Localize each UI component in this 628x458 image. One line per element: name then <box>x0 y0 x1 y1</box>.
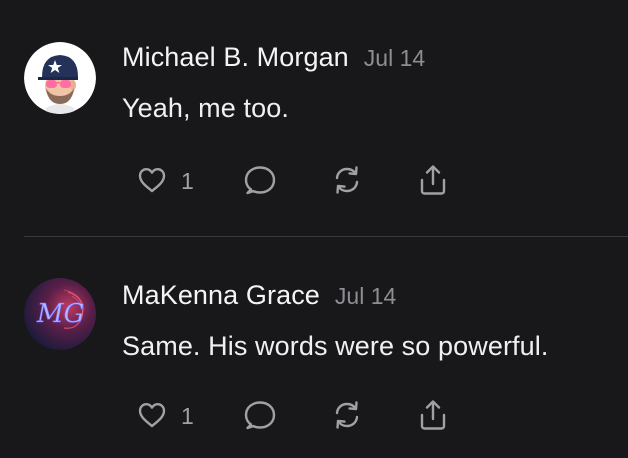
share-button[interactable] <box>416 395 450 435</box>
repost-arrows-icon <box>330 398 364 432</box>
repost-arrows-icon <box>330 163 364 197</box>
avatar[interactable]: MG <box>24 278 96 350</box>
mg-monogram-avatar: MG <box>24 278 96 350</box>
speech-bubble-icon <box>242 397 278 433</box>
comment-date: Jul 14 <box>363 45 426 71</box>
repost-button[interactable] <box>330 395 364 435</box>
author-name[interactable]: Michael B. Morgan <box>122 42 349 73</box>
comment-header: MaKenna Grace Jul 14 <box>122 280 396 311</box>
comment-item: MG MaKenna Grace Jul 14 Same. His words … <box>0 237 628 458</box>
like-button[interactable]: 1 <box>136 395 194 435</box>
like-count: 1 <box>181 167 194 194</box>
share-upload-icon <box>416 162 450 198</box>
svg-text:MG: MG <box>36 299 84 329</box>
share-button[interactable] <box>416 160 450 200</box>
heart-icon <box>136 399 168 431</box>
comment-text: Yeah, me too. <box>122 93 289 123</box>
speech-bubble-icon <box>242 162 278 198</box>
author-name[interactable]: MaKenna Grace <box>122 280 320 311</box>
avatar[interactable] <box>24 42 96 114</box>
heart-icon <box>136 164 168 196</box>
comment-actions: 1 <box>0 395 628 435</box>
comment-header: Michael B. Morgan Jul 14 <box>122 42 425 73</box>
comment-actions: 1 <box>0 160 628 200</box>
comment-item: Michael B. Morgan Jul 14 Yeah, me too. 1 <box>0 0 628 236</box>
reply-button[interactable] <box>242 160 278 200</box>
share-upload-icon <box>416 397 450 433</box>
like-button[interactable]: 1 <box>136 160 194 200</box>
reply-button[interactable] <box>242 395 278 435</box>
repost-button[interactable] <box>330 160 364 200</box>
like-count: 1 <box>181 402 194 429</box>
cartoon-man-cap-avatar <box>24 42 96 114</box>
comment-text: Same. His words were so powerful. <box>122 331 549 361</box>
comment-date: Jul 14 <box>334 283 397 309</box>
